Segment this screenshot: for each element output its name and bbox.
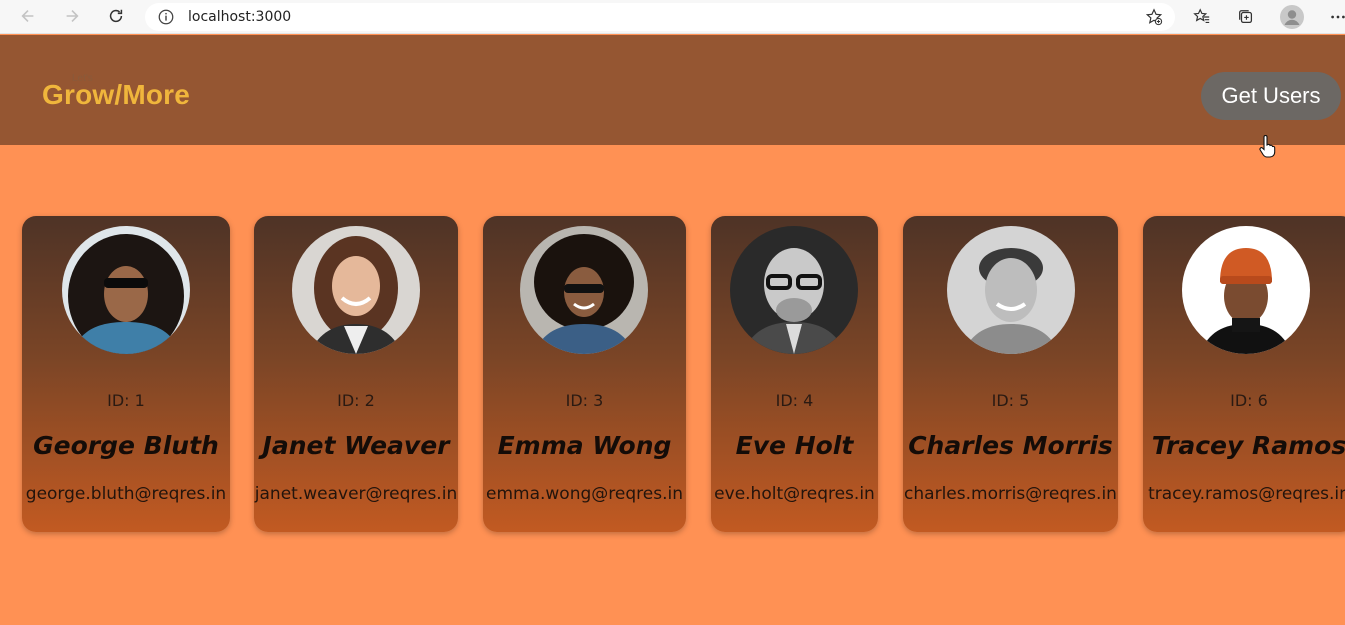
- logo-text: Grow/More: [42, 79, 191, 110]
- user-card: ID: 3 Emma Wong emma.wong@reqres.in: [483, 216, 686, 532]
- user-card: ID: 4 Eve Holt eve.holt@reqres.in: [711, 216, 878, 532]
- user-card: ID: 2 Janet Weaver janet.weaver@reqres.i…: [254, 216, 458, 532]
- user-email: janet.weaver@reqres.in: [254, 484, 458, 504]
- get-users-button[interactable]: Get Users: [1201, 72, 1341, 120]
- user-name: Tracey Ramos: [1151, 431, 1345, 460]
- forward-arrow-icon[interactable]: [60, 4, 84, 28]
- avatar: [292, 226, 420, 354]
- app-header: Let's Grow/More Get Users: [0, 35, 1345, 158]
- user-name: Charles Morris: [908, 431, 1113, 460]
- user-card: ID: 5 Charles Morris charles.morris@reqr…: [903, 216, 1118, 532]
- back-arrow-icon[interactable]: [16, 4, 40, 28]
- user-email: eve.holt@reqres.in: [714, 484, 875, 504]
- hand-cursor-icon: [1259, 135, 1276, 158]
- address-bar[interactable]: localhost:3000: [145, 3, 1175, 31]
- favorites-icon[interactable]: [1190, 5, 1214, 29]
- more-icon[interactable]: [1326, 5, 1345, 29]
- refresh-icon[interactable]: [104, 4, 128, 28]
- avatar: [947, 226, 1075, 354]
- avatar: [520, 226, 648, 354]
- browser-toolbar: localhost:3000: [0, 0, 1345, 34]
- profile-icon[interactable]: [1280, 5, 1304, 29]
- user-name: Emma Wong: [497, 431, 672, 460]
- user-id: ID: 6: [1230, 391, 1268, 410]
- user-id: ID: 1: [107, 391, 145, 410]
- user-id: ID: 5: [991, 391, 1030, 410]
- user-card: ID: 6 Tracey Ramos tracey.ramos@reqres.i…: [1143, 216, 1345, 532]
- user-card: ID: 1 George Bluth george.bluth@reqres.i…: [22, 216, 230, 532]
- url-text: localhost:3000: [188, 9, 292, 25]
- add-favorite-icon[interactable]: [1142, 5, 1166, 29]
- info-icon[interactable]: [157, 8, 175, 26]
- user-email: emma.wong@reqres.in: [486, 484, 683, 504]
- user-id: ID: 4: [775, 391, 814, 410]
- avatar: [62, 226, 190, 354]
- user-email: tracey.ramos@reqres.in: [1148, 484, 1345, 504]
- collections-icon[interactable]: [1234, 5, 1258, 29]
- user-id: ID: 3: [565, 391, 604, 410]
- user-email: george.bluth@reqres.in: [25, 484, 227, 504]
- user-name: Janet Weaver: [262, 431, 450, 460]
- avatar: [1182, 226, 1310, 354]
- avatar: [730, 226, 858, 354]
- user-name: George Bluth: [33, 431, 219, 460]
- user-id: ID: 2: [337, 391, 375, 410]
- user-email: charles.morris@reqres.in: [904, 484, 1117, 504]
- user-name: Eve Holt: [735, 431, 854, 460]
